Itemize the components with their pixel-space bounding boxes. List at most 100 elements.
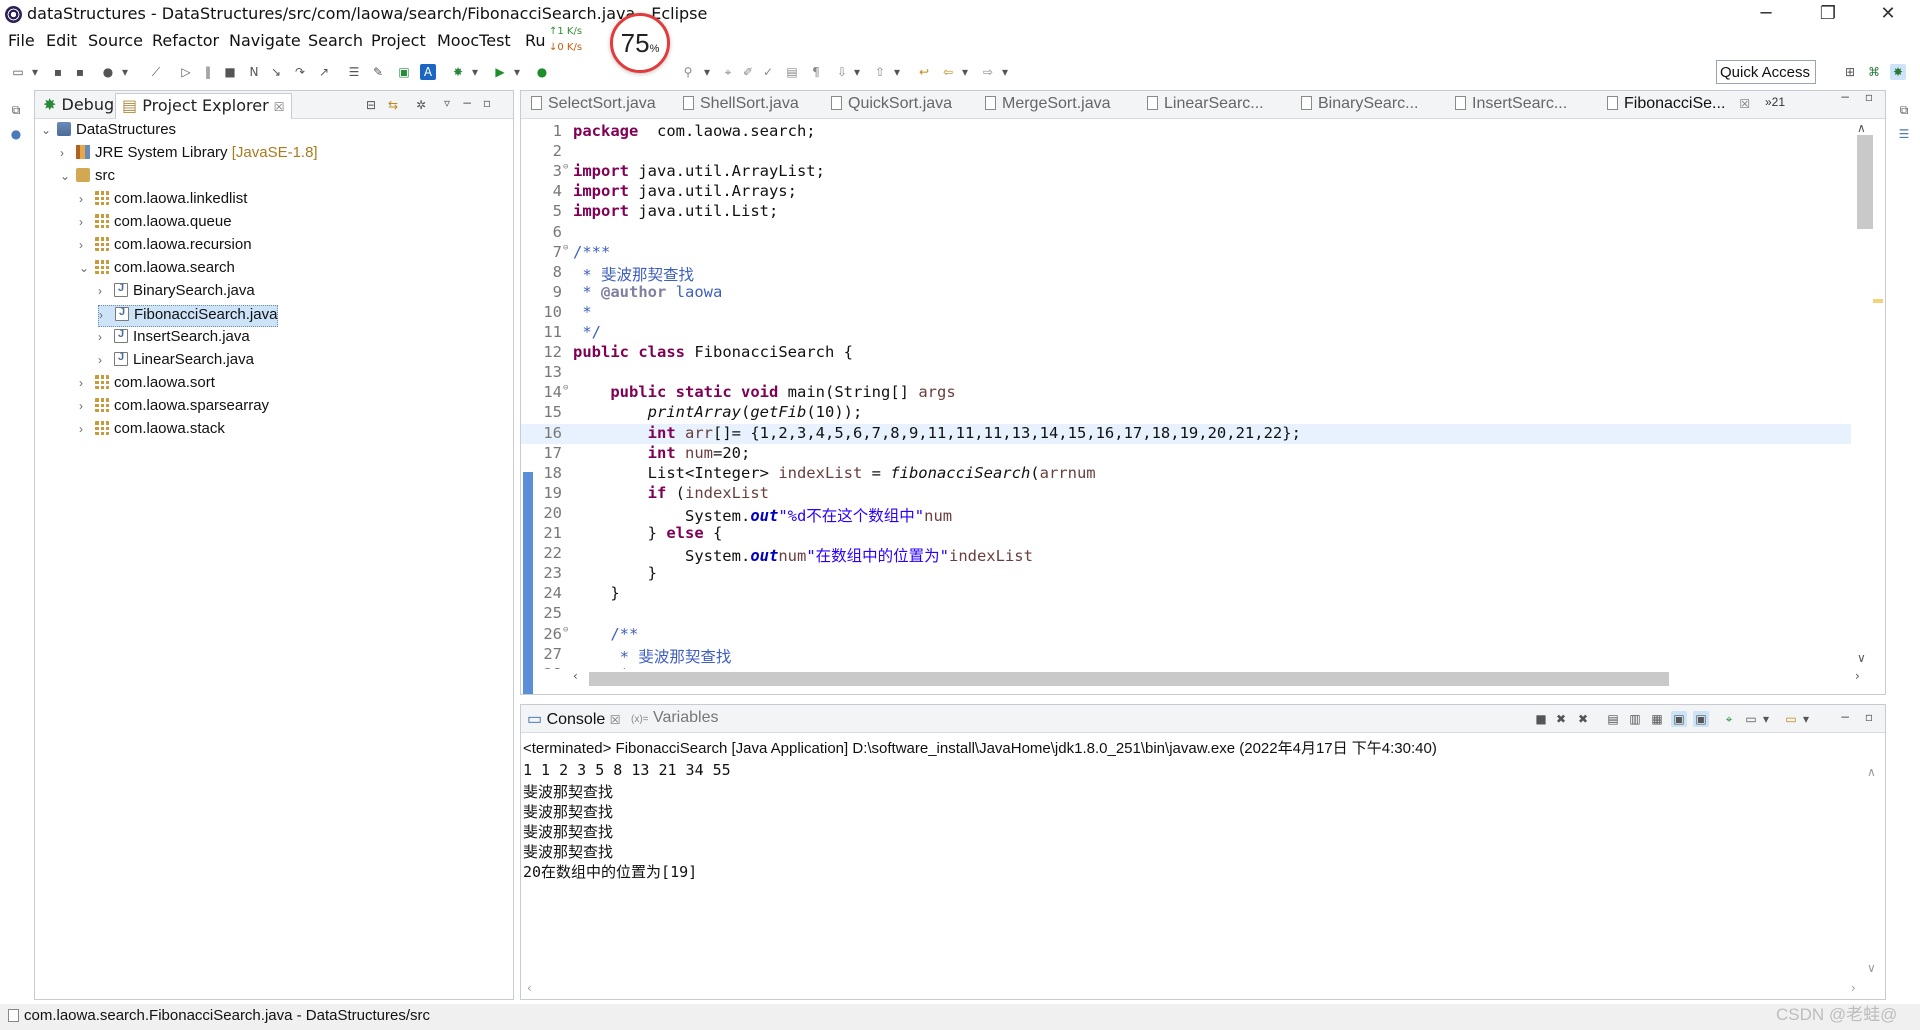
collapse-arrow-icon[interactable]: ›	[79, 215, 95, 229]
chevron-down-icon[interactable]: ▾	[1000, 64, 1010, 80]
collapse-arrow-icon[interactable]: ›	[98, 330, 114, 344]
menu-source[interactable]: Source	[88, 31, 143, 50]
menu-refactor[interactable]: Refactor	[152, 31, 219, 50]
next-annotation-icon[interactable]: ⇧	[872, 64, 888, 80]
tree-item[interactable]: › com.laowa.sparsearray	[79, 397, 269, 419]
code-line[interactable]: 12 public class FibonacciSearch {	[521, 343, 1851, 363]
editor-tab[interactable]: MergeSort.java	[985, 95, 1111, 113]
tree-item[interactable]: ⌄ com.laowa.search	[79, 259, 235, 281]
chevron-down-icon[interactable]: ▾	[852, 64, 862, 80]
code-line[interactable]: 17 int num=20;	[521, 444, 1851, 464]
code-line[interactable]: 7 ⊖/***	[521, 243, 1851, 263]
breakpoints-icon[interactable]: ●	[8, 126, 24, 142]
toggle-icon[interactable]: ☰	[346, 64, 362, 80]
pin-console-icon[interactable]: ⌖	[1721, 711, 1737, 727]
word-wrap-icon[interactable]: ▦	[1649, 711, 1665, 727]
code-line[interactable]: 18 List<Integer> indexList = fibonacciSe…	[521, 464, 1851, 484]
menu-mooctest[interactable]: MoocTest	[437, 31, 511, 50]
tab-console[interactable]: ▭ Console ☒	[527, 709, 621, 729]
code-line[interactable]: 4 import java.util.Arrays;	[521, 182, 1851, 202]
forward-icon[interactable]: ⇨	[980, 64, 996, 80]
terminate-icon[interactable]: ■	[222, 64, 238, 80]
chevron-down-icon[interactable]: ▾	[702, 64, 712, 80]
menu-file[interactable]: File	[8, 31, 35, 50]
tree-item[interactable]: ⌄ src	[60, 167, 115, 189]
expand-arrow-icon[interactable]: ⌄	[60, 169, 76, 183]
editor-tab[interactable]: QuickSort.java	[831, 95, 952, 113]
window-icon[interactable]: ▣	[396, 64, 412, 80]
collapse-arrow-icon[interactable]: ›	[79, 422, 95, 436]
show-on-error-icon[interactable]: ▣	[1693, 711, 1709, 727]
editor-horizontal-scrollbar[interactable]: ‹ ›	[571, 669, 1871, 687]
tab-variables[interactable]: (x)= Variables	[631, 709, 718, 727]
scroll-left-icon[interactable]: ‹	[527, 981, 532, 995]
step-over-icon[interactable]: ↷	[292, 64, 308, 80]
editor-tab[interactable]: InsertSearc...	[1455, 95, 1567, 113]
minimize-view-icon[interactable]: −	[1837, 89, 1853, 105]
close-window-button[interactable]: ✕	[1860, 0, 1916, 28]
tab-project-explorer[interactable]: ▤ Project Explorer ☒	[115, 93, 292, 119]
collapse-arrow-icon[interactable]: ›	[79, 399, 95, 413]
tree-item[interactable]: › com.laowa.linkedlist	[79, 190, 247, 212]
close-icon[interactable]: ☒	[610, 713, 621, 727]
close-icon[interactable]: ☒	[274, 100, 285, 114]
code-line[interactable]: 19 if (indexList	[521, 484, 1851, 504]
code-line[interactable]: 16 int arr[]= {1,2,3,4,5,6,7,8,9,11,11,1…	[521, 423, 1851, 444]
editor-tab[interactable]: LinearSearc...	[1147, 95, 1264, 113]
chevron-down-icon[interactable]: ▾	[960, 64, 970, 80]
code-line[interactable]: 5 import java.util.List;	[521, 202, 1851, 222]
run-icon[interactable]: ▶	[492, 64, 508, 80]
save-all-icon[interactable]: ▪	[72, 64, 88, 80]
menu-navigate[interactable]: Navigate	[229, 31, 301, 50]
code-line[interactable]: 10 *	[521, 303, 1851, 323]
last-edit-icon[interactable]: ↩	[916, 64, 932, 80]
show-on-output-icon[interactable]: ▣	[1671, 711, 1687, 727]
remove-all-icon[interactable]: ✖	[1575, 711, 1591, 727]
tree-item[interactable]: › com.laowa.sort	[79, 374, 215, 396]
tab-overflow-button[interactable]: »21	[1765, 95, 1785, 109]
code-line[interactable]: 13	[521, 363, 1851, 383]
skip-breakpoints-icon[interactable]: ⟋	[148, 64, 164, 80]
chevron-down-icon[interactable]: ▾	[512, 64, 522, 80]
step-into-icon[interactable]: ↘	[268, 64, 284, 80]
scroll-down-icon[interactable]: ∨	[1867, 961, 1876, 975]
tree-item[interactable]: › BinarySearch.java	[98, 282, 255, 304]
scroll-down-icon[interactable]: ∨	[1857, 651, 1866, 665]
scroll-thumb[interactable]	[589, 672, 1669, 686]
code-line[interactable]: 11 */	[521, 323, 1851, 343]
tab-debug[interactable]: ✸ Debug	[37, 93, 120, 119]
scroll-up-icon[interactable]: ∧	[1867, 765, 1876, 779]
wizard-icon[interactable]: ✎	[370, 64, 386, 80]
resume-icon[interactable]: ▷	[178, 64, 194, 80]
collapse-arrow-icon[interactable]: ›	[60, 146, 76, 160]
minimize-view-icon[interactable]: −	[459, 95, 475, 111]
code-line[interactable]: 14 ⊖ public static void main(String[] arg…	[521, 383, 1851, 403]
menu-project[interactable]: Project	[371, 31, 426, 50]
tree-item[interactable]: ⌄ DataStructures	[41, 121, 176, 143]
code-line[interactable]: 8 * 斐波那契查找	[521, 263, 1851, 284]
editor-vertical-scrollbar[interactable]: ∧ ∨	[1855, 121, 1873, 669]
tree-item[interactable]: › com.laowa.queue	[79, 213, 232, 235]
maximize-view-icon[interactable]: ▫	[1861, 709, 1877, 725]
editor-tab[interactable]: BinarySearc...	[1301, 95, 1418, 113]
overview-marker[interactable]	[1873, 299, 1883, 303]
expand-arrow-icon[interactable]: ⌄	[79, 261, 95, 275]
terminate-icon[interactable]: ■	[1533, 711, 1549, 727]
console-output[interactable]: 1 1 2 3 5 8 13 21 34 55 斐波那契查找 斐波那契查找 斐波那契查…	[523, 761, 1823, 881]
block-icon[interactable]: ▤	[784, 64, 800, 80]
collapse-arrow-icon[interactable]: ›	[99, 308, 115, 322]
maximize-view-icon[interactable]: ▫	[1861, 89, 1877, 105]
code-line[interactable]: 23 }	[521, 564, 1851, 584]
restore-icon[interactable]: ⧉	[1896, 102, 1912, 118]
code-line[interactable]: 2	[521, 142, 1851, 162]
pin-icon[interactable]: ⌖	[720, 64, 736, 80]
collapse-arrow-icon[interactable]: ›	[98, 284, 114, 298]
code-line[interactable]: 6	[521, 223, 1851, 243]
quick-access-input[interactable]	[1716, 60, 1816, 84]
code-line[interactable]: 24 }	[521, 584, 1851, 604]
link-with-editor-icon[interactable]: ⇆	[385, 97, 401, 113]
editor-tab[interactable]: ShellSort.java	[683, 95, 799, 113]
fold-toggle-icon[interactable]: ⊖	[563, 162, 573, 172]
suspend-icon[interactable]: ‖	[200, 64, 216, 80]
new-icon[interactable]: ▭	[10, 64, 26, 80]
